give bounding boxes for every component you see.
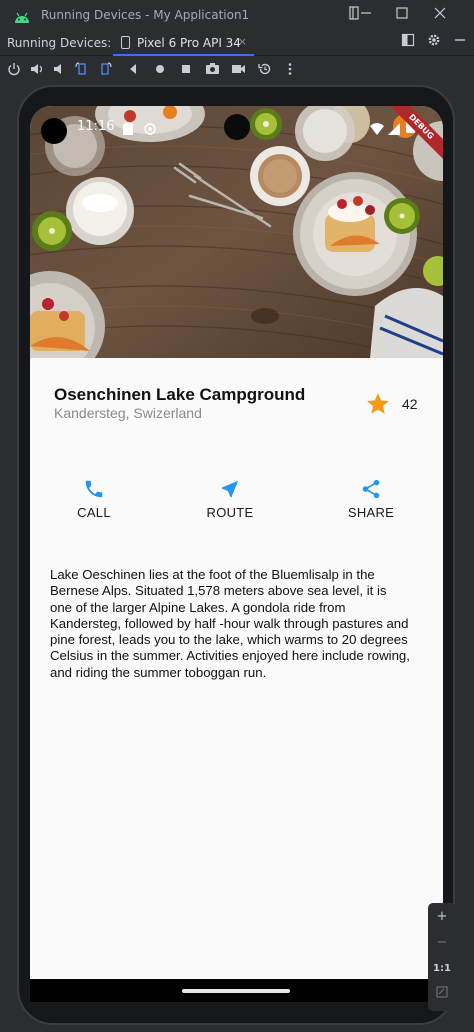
phone-icon (85, 480, 103, 498)
gear-icon[interactable] (424, 33, 444, 51)
running-devices-tabbar: Running Devices: Pixel 6 Pro API 34 × (0, 30, 474, 56)
screen-record-icon[interactable] (229, 62, 247, 80)
window-title-bar: Running Devices - My Application1 (0, 0, 474, 30)
route-button[interactable]: ROUTE (190, 476, 270, 526)
call-label: CALL (77, 505, 111, 520)
route-label: ROUTE (206, 505, 254, 520)
camera-cutout (41, 118, 67, 144)
zoom-fit-icon[interactable] (428, 983, 456, 1007)
share-icon (362, 479, 380, 499)
running-devices-label: Running Devices: (7, 36, 112, 50)
front-camera (224, 114, 250, 140)
share-button[interactable]: SHARE (331, 476, 411, 526)
place-name: Osenchinen Lake Campground (54, 385, 306, 404)
screenshot-icon[interactable] (203, 62, 221, 80)
hero-image: 11:16 DEBUG (30, 106, 443, 358)
overview-icon[interactable] (177, 62, 195, 80)
place-location: Kandersteg, Swizerland (54, 405, 202, 421)
device-screen[interactable]: 11:16 DEBUG Osenchinen Lake Campground K… (30, 106, 443, 1002)
close-window-button[interactable] (430, 6, 450, 24)
rotate-left-icon[interactable] (73, 62, 91, 80)
android-icon (14, 9, 30, 23)
snapshot-icon[interactable] (256, 62, 274, 80)
signal-icon (388, 120, 400, 139)
home-handle[interactable] (182, 989, 290, 993)
close-tab-icon[interactable]: × (238, 35, 247, 48)
device-icon (121, 36, 130, 49)
description-text: Lake Oeschinen lies at the foot of the B… (50, 567, 410, 680)
tab-pixel-6-pro[interactable]: Pixel 6 Pro API 34 × (113, 30, 254, 56)
window-title: Running Devices - My Application1 (41, 8, 250, 22)
zoom-in-button[interactable]: + (428, 905, 456, 929)
layout-icon[interactable] (398, 33, 418, 51)
minimize-button[interactable] (356, 6, 376, 24)
zoom-out-button[interactable]: − (428, 931, 456, 955)
maximize-button[interactable] (392, 6, 412, 24)
zoom-actual-size-button[interactable]: 1:1 (428, 957, 456, 981)
rating-count: 42 (402, 396, 418, 412)
status-time: 11:16 (77, 119, 115, 134)
back-icon[interactable] (124, 62, 142, 80)
power-icon[interactable] (5, 62, 23, 80)
volume-down-icon[interactable] (50, 62, 68, 80)
gesture-nav-bar (30, 979, 443, 1002)
volume-up-icon[interactable] (28, 62, 46, 80)
rotate-right-icon[interactable] (96, 62, 114, 80)
notification-icon (144, 120, 156, 139)
action-row: CALL ROUTE SHARE (30, 476, 443, 526)
home-icon[interactable] (151, 62, 169, 80)
wifi-icon (370, 120, 384, 139)
title-section: Osenchinen Lake Campground Kandersteg, S… (30, 358, 443, 448)
more-options-icon[interactable] (281, 62, 299, 80)
tab-label: Pixel 6 Pro API 34 (137, 36, 241, 50)
zoom-controls: + − 1:1 (428, 903, 456, 1011)
emulator-toolbar (0, 57, 474, 85)
share-label: SHARE (347, 505, 395, 520)
star-icon[interactable] (365, 391, 391, 417)
minimize-panel-icon[interactable] (450, 33, 470, 51)
sd-card-icon (123, 120, 133, 139)
active-tab-indicator (113, 54, 254, 56)
navigation-icon (221, 480, 239, 498)
call-button[interactable]: CALL (54, 476, 134, 526)
